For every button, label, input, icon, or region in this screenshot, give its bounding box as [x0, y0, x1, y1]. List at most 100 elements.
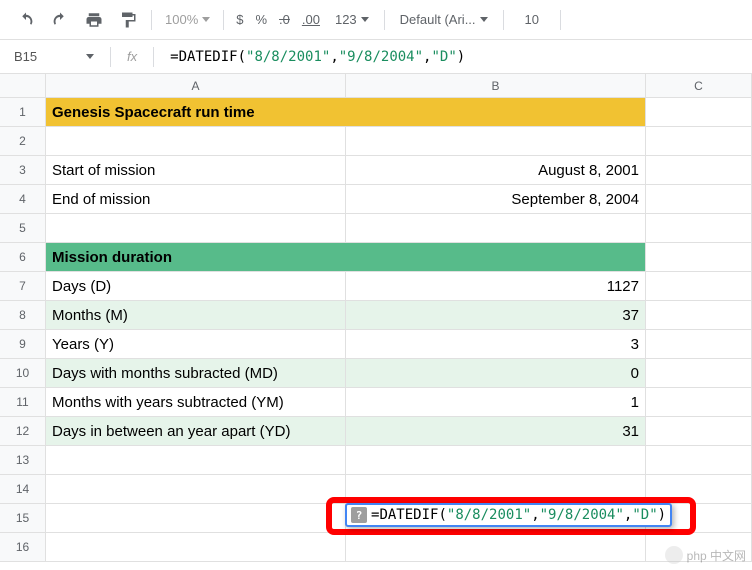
decrease-decimal-button[interactable]: .0: [274, 12, 295, 27]
cell-b2[interactable]: [346, 127, 646, 155]
formula-bar[interactable]: =DATEDIF("8/8/2001","9/8/2004","D"): [164, 49, 465, 65]
print-button[interactable]: [78, 6, 110, 34]
cell-c3[interactable]: [646, 156, 752, 184]
cell-c8[interactable]: [646, 301, 752, 329]
row-header[interactable]: 10: [0, 359, 46, 387]
comma: ,: [330, 49, 338, 65]
cell-a14[interactable]: [46, 475, 346, 503]
select-all-corner[interactable]: [0, 74, 46, 97]
cell-b3[interactable]: August 8, 2001: [346, 156, 646, 184]
row-header[interactable]: 9: [0, 330, 46, 358]
cell-b13[interactable]: [346, 446, 646, 474]
paint-format-button[interactable]: [112, 6, 144, 34]
cell-b8[interactable]: 37: [346, 301, 646, 329]
cell-a15[interactable]: [46, 504, 346, 532]
more-formats-dropdown[interactable]: 123: [327, 12, 377, 27]
cell-b11[interactable]: 1: [346, 388, 646, 416]
row-header[interactable]: 5: [0, 214, 46, 242]
row-header[interactable]: 13: [0, 446, 46, 474]
dec0-label: .0: [279, 12, 290, 27]
row-11: 11 Months with years subtracted (YM) 1: [0, 388, 752, 417]
cell-c2[interactable]: [646, 127, 752, 155]
separator: [153, 47, 154, 67]
cell-c7[interactable]: [646, 272, 752, 300]
fx-label: fx: [121, 49, 143, 64]
watermark-logo-icon: [665, 546, 683, 564]
row-header[interactable]: 8: [0, 301, 46, 329]
row-header[interactable]: 16: [0, 533, 46, 561]
cell-c14[interactable]: [646, 475, 752, 503]
edit-arg1: "8/8/2001": [447, 507, 531, 523]
row-header[interactable]: 7: [0, 272, 46, 300]
cell-a4[interactable]: End of mission: [46, 185, 346, 213]
row-header[interactable]: 12: [0, 417, 46, 445]
formula-help-badge[interactable]: ?: [351, 507, 367, 523]
spreadsheet-grid: A B C 1 Genesis Spacecraft run time 2 3 …: [0, 74, 752, 562]
cell-c1[interactable]: [646, 98, 752, 126]
row-12: 12 Days in between an year apart (YD) 31: [0, 417, 752, 446]
col-header-b[interactable]: B: [346, 74, 646, 97]
num123-label: 123: [335, 12, 357, 27]
cell-b4[interactable]: September 8, 2004: [346, 185, 646, 213]
cell-c6[interactable]: [646, 243, 752, 271]
cell-a10[interactable]: Days with months subracted (MD): [46, 359, 346, 387]
cell-c9[interactable]: [646, 330, 752, 358]
cell-a8[interactable]: Months (M): [46, 301, 346, 329]
cell-b7[interactable]: 1127: [346, 272, 646, 300]
row-header[interactable]: 15: [0, 504, 46, 532]
cell-a7[interactable]: Days (D): [46, 272, 346, 300]
col-header-c[interactable]: C: [646, 74, 752, 97]
cell-b9[interactable]: 3: [346, 330, 646, 358]
cell-a2[interactable]: [46, 127, 346, 155]
separator: [384, 10, 385, 30]
cell-b16[interactable]: [346, 533, 646, 561]
cell-c5[interactable]: [646, 214, 752, 242]
zoom-dropdown[interactable]: 100%: [159, 12, 216, 27]
cell-c10[interactable]: [646, 359, 752, 387]
cell-c13[interactable]: [646, 446, 752, 474]
font-dropdown[interactable]: Default (Ari...: [392, 12, 496, 27]
cell-a6[interactable]: Mission duration: [46, 243, 646, 271]
row-header[interactable]: 4: [0, 185, 46, 213]
cell-c11[interactable]: [646, 388, 752, 416]
cell-b14[interactable]: [346, 475, 646, 503]
chevron-down-icon: [202, 17, 210, 22]
cell-a3[interactable]: Start of mission: [46, 156, 346, 184]
cell-a12[interactable]: Days in between an year apart (YD): [46, 417, 346, 445]
cell-a11[interactable]: Months with years subtracted (YM): [46, 388, 346, 416]
row-header[interactable]: 11: [0, 388, 46, 416]
cell-a1[interactable]: Genesis Spacecraft run time: [46, 98, 646, 126]
cell-b5[interactable]: [346, 214, 646, 242]
name-box[interactable]: B15: [8, 46, 100, 67]
row-9: 9 Years (Y) 3: [0, 330, 752, 359]
increase-decimal-button[interactable]: .00: [297, 12, 325, 27]
row-header[interactable]: 1: [0, 98, 46, 126]
cell-a16[interactable]: [46, 533, 346, 561]
undo-button[interactable]: [10, 6, 42, 34]
row-header[interactable]: 6: [0, 243, 46, 271]
redo-button[interactable]: [44, 6, 76, 34]
row-header[interactable]: 14: [0, 475, 46, 503]
percent-button[interactable]: %: [250, 12, 272, 27]
cell-a13[interactable]: [46, 446, 346, 474]
cell-c12[interactable]: [646, 417, 752, 445]
cell-b10[interactable]: 0: [346, 359, 646, 387]
cell-c4[interactable]: [646, 185, 752, 213]
col-header-a[interactable]: A: [46, 74, 346, 97]
font-size-input[interactable]: 10: [511, 12, 553, 27]
name-box-value: B15: [14, 49, 37, 64]
edit-arg3: "D": [632, 507, 657, 523]
row-13: 13: [0, 446, 752, 475]
currency-button[interactable]: $: [231, 12, 248, 27]
cell-a9[interactable]: Years (Y): [46, 330, 346, 358]
row-16: 16: [0, 533, 752, 562]
row-header[interactable]: 3: [0, 156, 46, 184]
cell-a5[interactable]: [46, 214, 346, 242]
formula-arg3: "D": [431, 49, 456, 65]
formula-arg1: "8/8/2001": [246, 49, 330, 65]
formula-fn: DATEDIF: [179, 49, 238, 65]
row-3: 3 Start of mission August 8, 2001: [0, 156, 752, 185]
cell-editor[interactable]: ? =DATEDIF("8/8/2001","9/8/2004","D"): [345, 503, 672, 527]
row-header[interactable]: 2: [0, 127, 46, 155]
cell-b12[interactable]: 31: [346, 417, 646, 445]
